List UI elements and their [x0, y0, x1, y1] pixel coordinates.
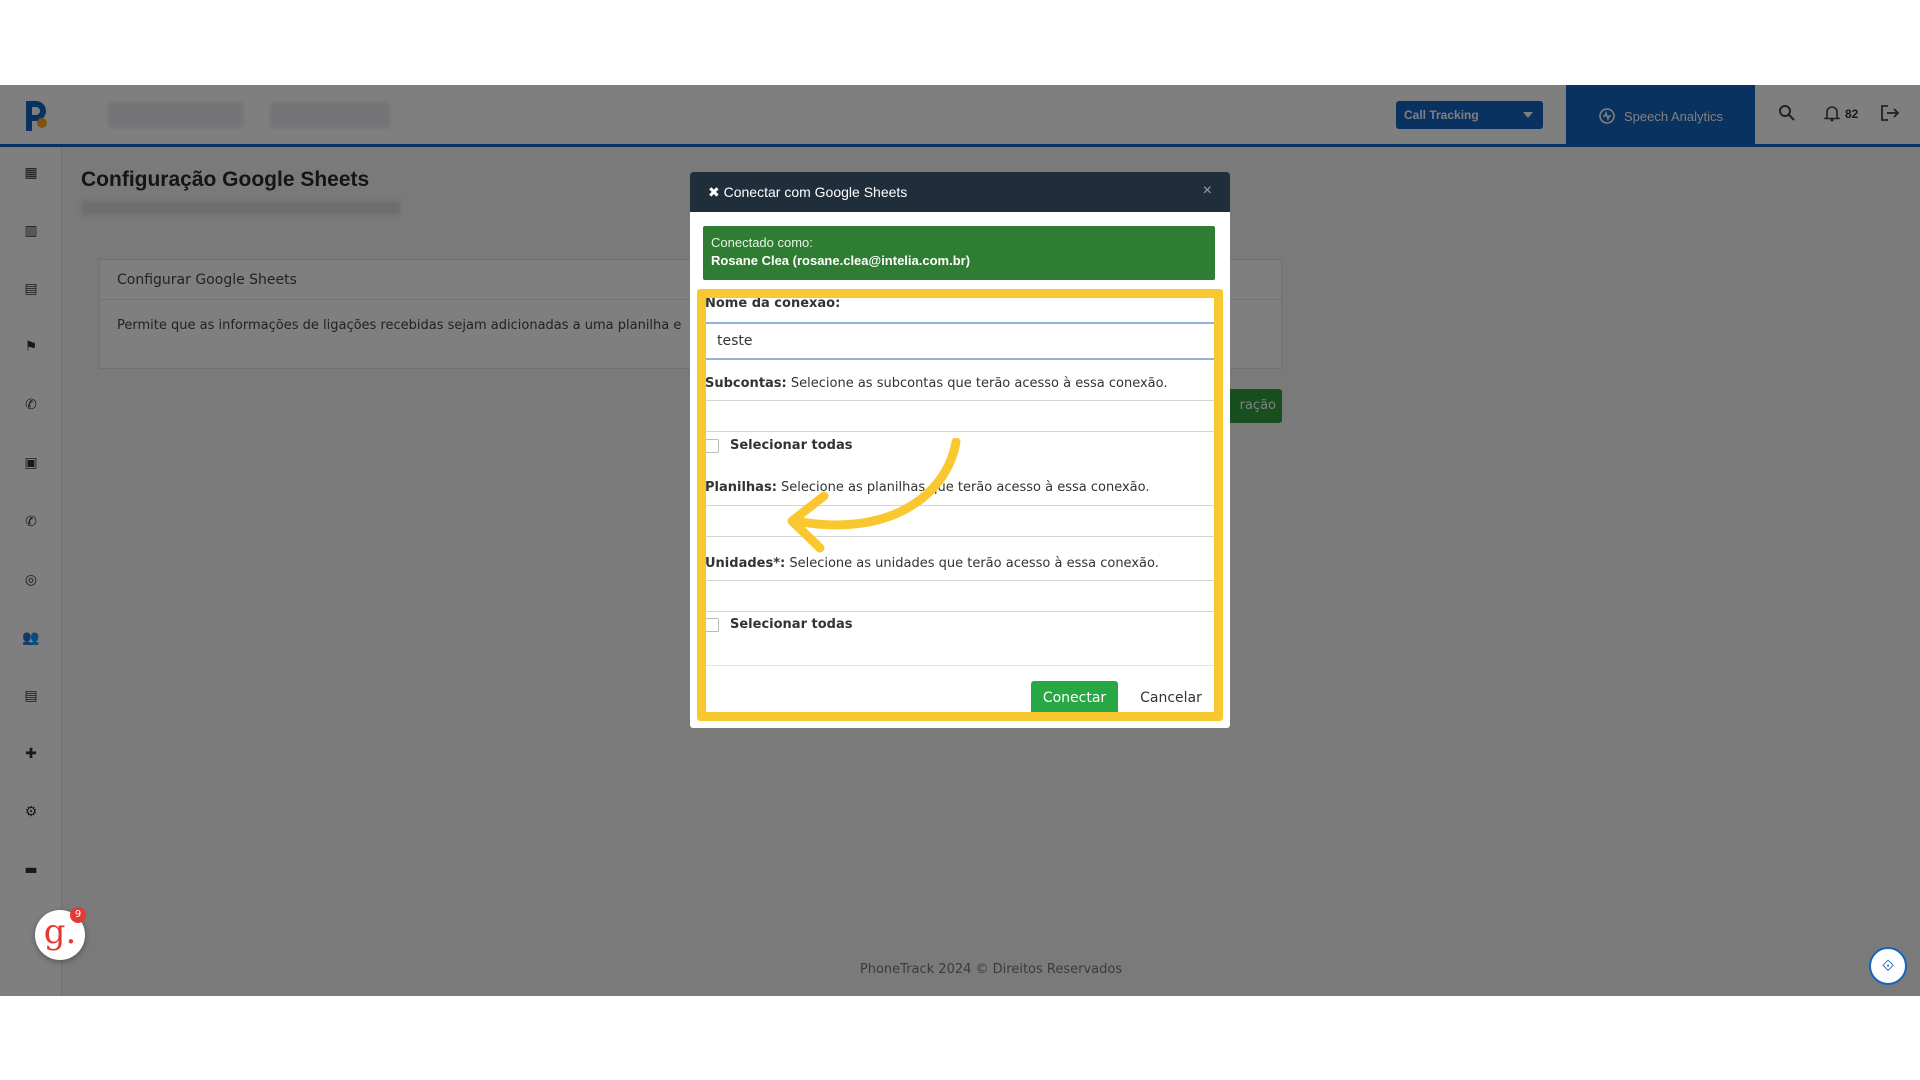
connected-user: Rosane Clea (rosane.clea@intelia.com.br) — [711, 253, 971, 268]
help-widget-icon[interactable]: ⟐ — [1869, 947, 1907, 985]
close-icon[interactable]: × — [1203, 182, 1212, 200]
connected-alert: Conectado como: Rosane Clea (rosane.clea… — [703, 226, 1215, 280]
modal-title: ✖ Conectar com Google Sheets — [708, 184, 908, 200]
app-frame: Call Tracking Speech Analytics 82 ▦ ▥ ▤ … — [0, 85, 1920, 996]
connected-label: Conectado como: — [711, 235, 813, 250]
chat-unread-badge: 9 — [70, 907, 86, 923]
tutorial-arrow-icon — [787, 438, 961, 553]
modal-header: ✖ Conectar com Google Sheets × — [690, 172, 1230, 212]
